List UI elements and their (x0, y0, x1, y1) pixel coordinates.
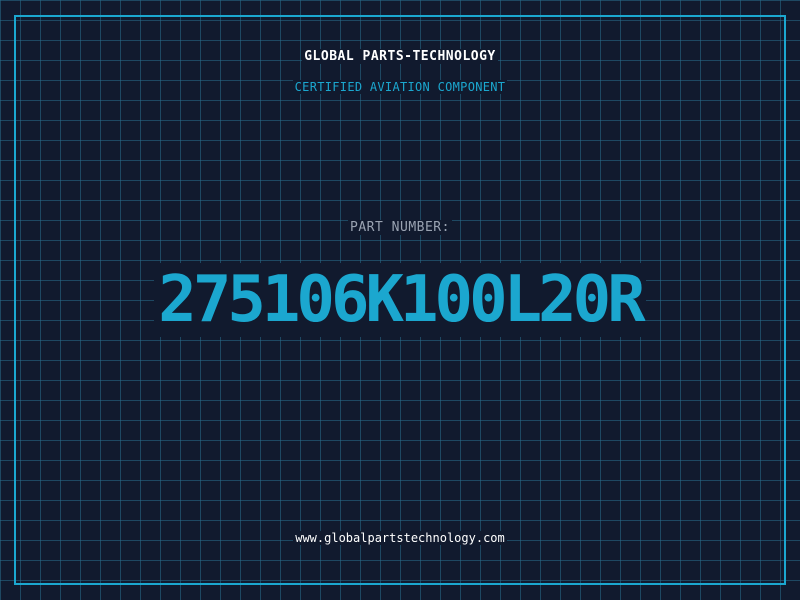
tagline-text: CERTIFIED AVIATION COMPONENT (292, 80, 508, 94)
part-number-value: 275106K100L20R (154, 263, 646, 337)
company-name: GLOBAL PARTS-TECHNOLOGY (0, 49, 800, 64)
website-link[interactable]: www.globalpartstechnology.com (0, 531, 800, 545)
tagline: CERTIFIED AVIATION COMPONENT (0, 80, 800, 94)
part-number: 275106K100L20R (0, 262, 800, 338)
part-number-label-text: PART NUMBER: (348, 220, 452, 235)
company-name-text: GLOBAL PARTS-TECHNOLOGY (302, 49, 498, 64)
website-text[interactable]: www.globalpartstechnology.com (293, 531, 507, 545)
part-number-label: PART NUMBER: (0, 220, 800, 235)
